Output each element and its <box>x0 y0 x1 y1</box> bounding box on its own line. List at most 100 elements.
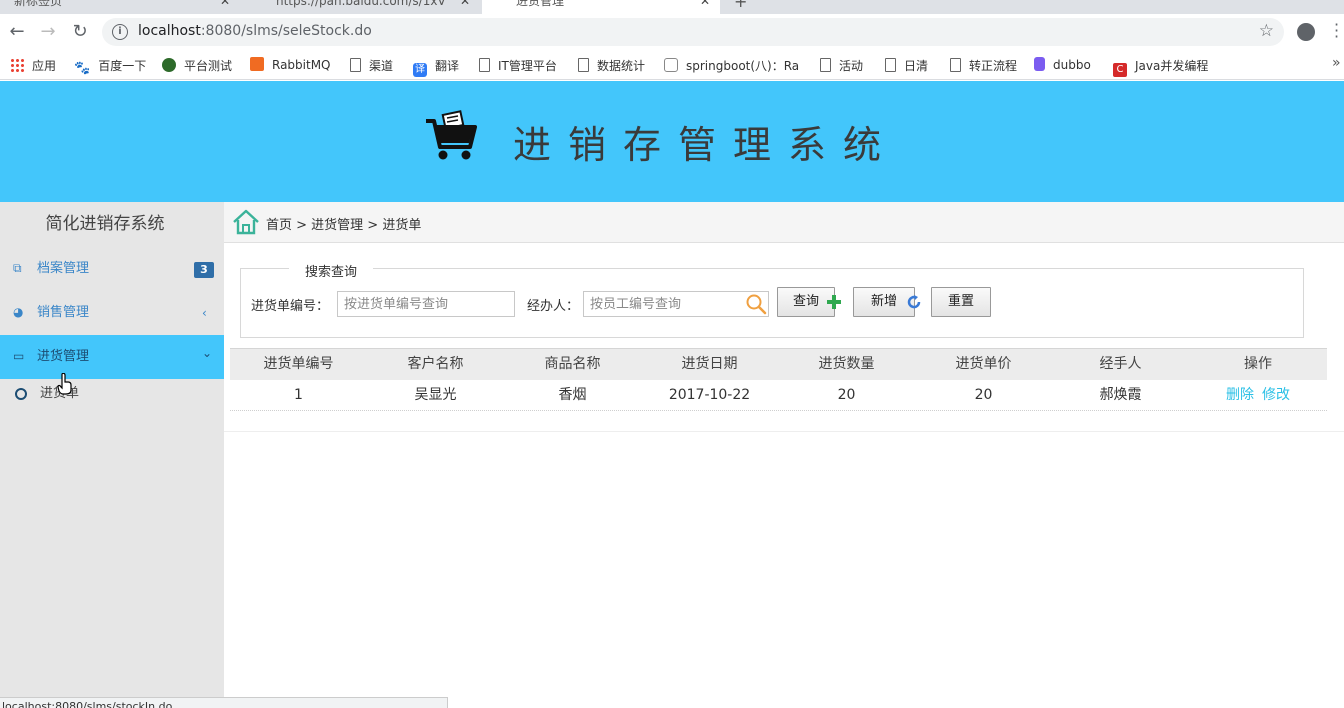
plus-icon <box>827 295 841 309</box>
bookmark-label: 数据统计 <box>597 59 646 73</box>
bookmarks-overflow-icon[interactable]: » <box>1332 55 1341 71</box>
bookmark-label: Java并发编程 <box>1135 59 1209 73</box>
translate-icon: 译 <box>413 63 427 77</box>
price-cell: 20 <box>974 387 993 403</box>
bookmark-item[interactable]: 活动 <box>820 57 863 74</box>
column-header: 进货单价 <box>955 356 1012 372</box>
browser-tab[interactable]: 新标签页 ✕ <box>0 0 240 14</box>
pie-chart-icon: ◕ <box>13 305 24 319</box>
bookmark-item[interactable]: 🐾 百度一下 <box>74 57 147 76</box>
browser-tab[interactable]: https://pan.baidu.com/s/1xV ✕ <box>242 0 480 14</box>
bookmark-item[interactable]: springboot(八)：Ra <box>664 57 799 74</box>
table-header: 进货单编号 客户名称 商品名称 进货日期 进货数量 进货单价 经手人 操作 <box>230 348 1327 380</box>
bookmark-item[interactable]: RabbitMQ <box>250 57 331 72</box>
archive-icon: ⧉ <box>13 261 22 275</box>
quantity-cell: 20 <box>837 387 856 403</box>
bookmark-star-icon[interactable]: ☆ <box>1259 21 1274 41</box>
sidebar-item-archive[interactable]: ⧉ 档案管理 3 <box>0 247 224 291</box>
bookmark-item[interactable]: 渠道 <box>350 57 393 74</box>
bookmark-item[interactable]: 数据统计 <box>578 57 645 74</box>
handler-label: 经办人： <box>527 299 580 314</box>
bookmark-item[interactable]: C Java并发编程 <box>1113 57 1208 77</box>
browser-tab-active[interactable]: 进货管理 ✕ <box>482 0 720 14</box>
bookmark-apps[interactable]: 应用 <box>10 57 56 74</box>
reload-icon[interactable]: ↻ <box>67 19 93 45</box>
order-number-input[interactable] <box>337 291 515 317</box>
column-header: 进货单编号 <box>263 356 334 372</box>
chevron-down-icon: ⌄ <box>202 346 213 360</box>
reset-button-label: 重置 <box>947 294 974 309</box>
query-button[interactable]: 查询 <box>777 287 841 317</box>
handler-input[interactable] <box>583 291 769 317</box>
page-icon <box>578 58 589 72</box>
order-number-label: 进货单编号： <box>251 299 330 314</box>
sidebar-item-label: 档案管理 <box>37 261 90 276</box>
chevron-left-icon: ‹ <box>202 306 207 320</box>
forward-icon[interactable]: → <box>35 19 61 45</box>
bookmark-label: RabbitMQ <box>272 58 331 72</box>
sidebar-subitem-purchase-order[interactable]: 进货单 <box>0 379 224 409</box>
profile-icon[interactable] <box>1297 23 1315 41</box>
url-host: localhost <box>138 23 201 39</box>
edit-link[interactable]: 修改 <box>1262 387 1290 403</box>
app-header: 进销存管理系统 <box>0 81 1344 202</box>
page-icon <box>820 58 831 72</box>
search-icon[interactable] <box>745 293 767 315</box>
sidebar-title: 简化进销存系统 <box>45 214 165 234</box>
back-icon[interactable]: ← <box>4 19 30 45</box>
info-icon[interactable]: i <box>112 24 128 40</box>
column-header: 进货日期 <box>681 356 738 372</box>
sidebar-item-purchase[interactable]: ▭ 进货管理 ⌄ <box>0 335 224 379</box>
bookmark-item[interactable]: 译翻译 <box>413 57 459 77</box>
new-tab-icon[interactable]: + <box>734 0 747 11</box>
url-text[interactable]: localhost:8080/slms/seleStock.do <box>138 23 372 39</box>
hand-cursor-icon <box>57 373 72 395</box>
bookmark-label: 日清 <box>904 59 929 73</box>
sidebar: 简化进销存系统 ⧉ 档案管理 3 ◕ 销售管理 ‹ ▭ 进货管理 ⌄ 进货单 <box>0 202 224 708</box>
close-icon[interactable]: ✕ <box>220 0 230 10</box>
bookmark-label: dubbo <box>1053 58 1091 72</box>
breadcrumb-text: 首页 > 进货管理 > 进货单 <box>266 218 422 233</box>
column-header: 商品名称 <box>544 356 601 372</box>
add-button-label: 新增 <box>870 294 897 309</box>
reset-button[interactable]: 重置 <box>931 287 991 317</box>
bookmark-label: 百度一下 <box>98 59 147 73</box>
sidebar-item-sales[interactable]: ◕ 销售管理 ‹ <box>0 291 224 335</box>
bookmark-item[interactable]: 日清 <box>885 57 928 74</box>
bookmark-label: IT管理平台 <box>498 59 557 73</box>
count-badge: 3 <box>194 262 214 278</box>
baidu-icon: 🐾 <box>74 61 91 76</box>
column-header: 经手人 <box>1099 356 1142 372</box>
bookmark-item[interactable]: IT管理平台 <box>479 57 557 74</box>
bookmark-item[interactable]: 平台测试 <box>162 57 232 74</box>
product-cell: 香烟 <box>558 387 587 403</box>
bookmarks-bar: 应用 🐾 百度一下 平台测试 RabbitMQ 渠道 译翻译 IT管理平台 数据统… <box>0 50 1344 80</box>
app-title: 进销存管理系统 <box>513 123 899 167</box>
browser-toolbar: ← → ↻ i localhost:8080/slms/seleStock.do… <box>0 14 1344 50</box>
bookmark-label: springboot(八)：Ra <box>686 59 800 73</box>
bookmark-label: 翻译 <box>435 59 460 73</box>
platform-icon <box>162 58 176 72</box>
delete-link[interactable]: 删除 <box>1226 387 1254 403</box>
bookmark-label: 活动 <box>839 59 864 73</box>
customer-cell: 吴显光 <box>414 387 457 403</box>
browser-tab-strip: 新标签页 ✕ https://pan.baidu.com/s/1xV ✕ 进货管… <box>0 0 1344 14</box>
address-bar[interactable]: i localhost:8080/slms/seleStock.do ☆ <box>102 18 1284 46</box>
bookmark-item[interactable]: 转正流程 <box>950 57 1017 74</box>
bookmark-item[interactable]: dubbo <box>1034 57 1091 72</box>
page-icon <box>885 58 896 72</box>
close-icon[interactable]: ✕ <box>460 0 470 10</box>
dubbo-icon <box>1034 57 1045 71</box>
table-row: 1 吴显光 香烟 2017-10-22 20 20 郝焕霞 删除 修改 <box>230 380 1327 411</box>
bookmark-label: 平台测试 <box>184 59 233 73</box>
close-icon[interactable]: ✕ <box>700 0 710 10</box>
home-icon[interactable] <box>232 208 260 236</box>
query-button-label: 查询 <box>792 294 819 309</box>
search-legend: 搜索查询 <box>289 261 374 280</box>
column-header: 客户名称 <box>407 356 464 372</box>
page-icon <box>350 58 361 72</box>
add-button[interactable]: 新增 <box>853 287 921 317</box>
java-icon: C <box>1113 63 1127 77</box>
order-id-cell: 1 <box>294 387 303 403</box>
menu-icon[interactable]: · · · <box>1334 17 1339 45</box>
